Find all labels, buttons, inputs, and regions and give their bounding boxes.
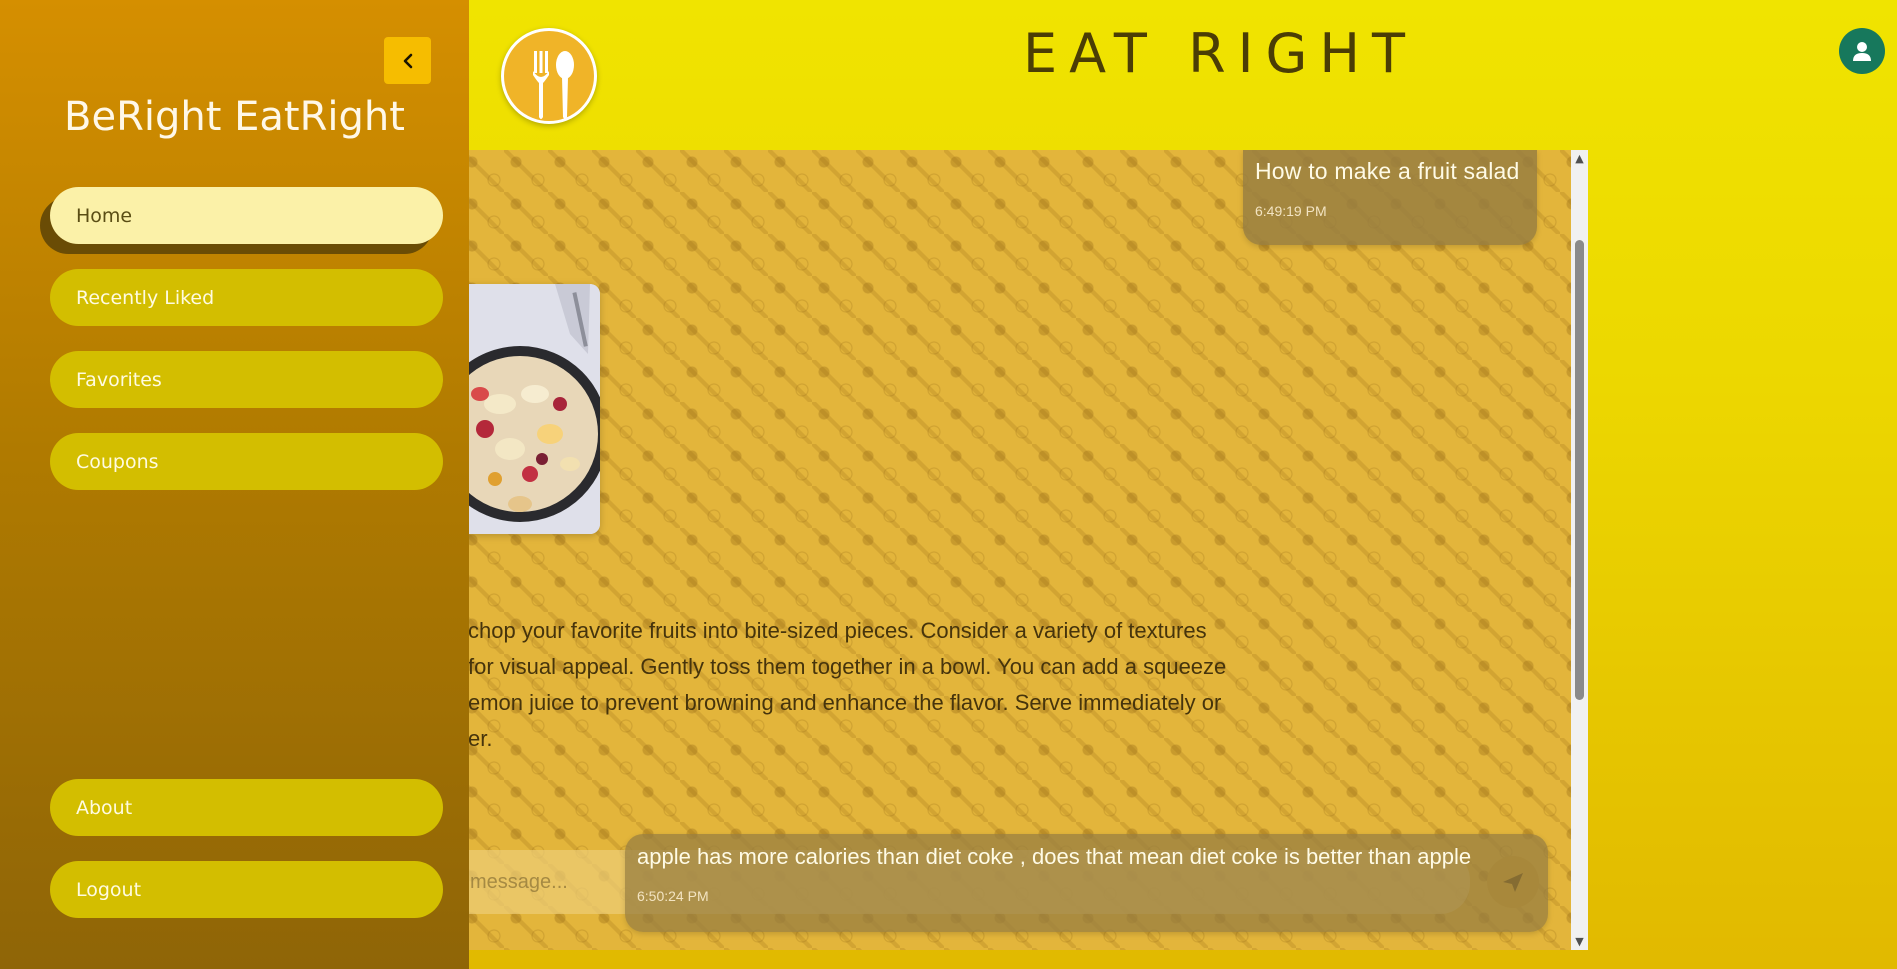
reply-line: for visual appeal. Gently toss them toge… <box>468 654 1227 679</box>
page-title: EAT RIGHT <box>1023 22 1417 85</box>
chat-window: How to make a fruit salad 6:49:19 PM cho… <box>460 150 1571 950</box>
chat-scrollbar[interactable]: ▲ ▼ <box>1571 150 1588 950</box>
chevron-left-icon <box>403 53 412 68</box>
sidebar-item-label: Favorites <box>76 368 162 391</box>
message-text: apple has more calories than diet coke ,… <box>637 844 1472 869</box>
app-logo <box>501 28 597 124</box>
collapse-sidebar-button[interactable] <box>384 37 431 84</box>
profile-button[interactable] <box>1839 28 1885 74</box>
sidebar-item-label: Logout <box>76 878 142 901</box>
scroll-down-arrow-icon[interactable]: ▼ <box>1571 933 1588 950</box>
user-icon <box>1853 42 1871 61</box>
reply-line: emon juice to prevent browning and enhan… <box>468 690 1222 715</box>
scroll-up-arrow-icon[interactable]: ▲ <box>1571 150 1588 167</box>
sidebar-item-home[interactable]: Home <box>50 187 443 244</box>
message-timestamp: 6:50:24 PM <box>637 888 709 904</box>
sidebar-item-label: Recently Liked <box>76 286 215 309</box>
sidebar-item-label: Coupons <box>76 450 159 473</box>
sidebar-item-recently-liked[interactable]: Recently Liked <box>50 269 443 326</box>
user-message-bubble: How to make a fruit salad 6:49:19 PM <box>1243 150 1537 245</box>
fork-spoon-icon <box>533 51 574 119</box>
sidebar-item-coupons[interactable]: Coupons <box>50 433 443 490</box>
sidebar-item-about[interactable]: About <box>50 779 443 836</box>
reply-line: chop your favorite fruits into bite-size… <box>468 618 1207 643</box>
user-message-bubble: apple has more calories than diet coke ,… <box>625 834 1548 932</box>
message-text: How to make a fruit salad <box>1255 158 1520 184</box>
bot-reply-text: chop your favorite fruits into bite-size… <box>468 613 1308 757</box>
scrollbar-thumb[interactable] <box>1575 240 1584 700</box>
message-timestamp: 6:49:19 PM <box>1255 203 1327 219</box>
sidebar-brand: BeRight EatRight <box>64 94 405 140</box>
sidebar-item-label: About <box>76 796 133 819</box>
reply-line: er. <box>468 726 493 751</box>
fruit-salad-image <box>460 284 600 534</box>
sidebar: BeRight EatRight Home Recently Liked Fav… <box>0 0 469 969</box>
sidebar-item-label: Home <box>76 204 133 227</box>
sidebar-item-favorites[interactable]: Favorites <box>50 351 443 408</box>
sidebar-item-logout[interactable]: Logout <box>50 861 443 918</box>
